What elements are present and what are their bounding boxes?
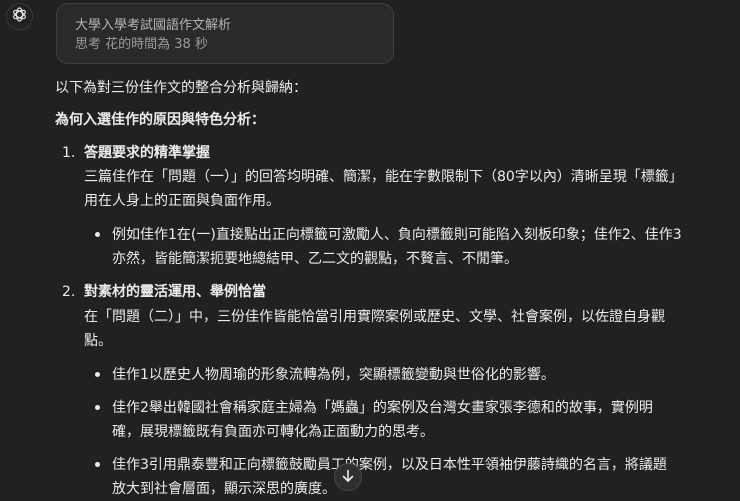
list-number: 1.: [62, 145, 76, 161]
bullet-marker: [95, 232, 100, 237]
thought-summary[interactable]: 大學入學考試國語作文解析 思考 花的時間為 38 秒: [56, 3, 394, 64]
section-heading: 為何入選佳作的原因與特色分析：: [55, 112, 265, 128]
bullet-text: 例如佳作1在(一)直接點出正向標籤可激勵人、負向標籤則可能陷入刻板印象；佳作2、…: [112, 227, 682, 243]
bullet-text: 佳作1以歷史人物周瑜的形象流轉為例，突顯標籤變動與世俗化的影響。: [112, 367, 555, 383]
list-item-desc: 三篇佳作在「問題（一）」的回答均明確、簡潔，能在字數限制下（80字以內）清晰呈現…: [84, 169, 683, 185]
openai-logo-icon: [11, 6, 28, 27]
bullet-text: 確，展現標籤既有負面亦可轉化為正面動力的思考。: [112, 424, 434, 440]
list-number: 2.: [62, 284, 76, 300]
list-item-title: 對素材的靈活運用、舉例恰當: [84, 284, 266, 300]
list-item-title: 答題要求的精準掌握: [84, 145, 210, 161]
bullet-text: 放大到社會層面，顯示深思的廣度。: [112, 481, 336, 497]
bullet-text: 佳作2舉出韓國社會稱家庭主婦為「媽蟲」的案例及台灣女畫家張李德和的故事，實例明: [112, 400, 653, 416]
list-item-desc: 在「問題（二）」中，三份佳作皆能恰當引用實際案例或歷史、文學、社會案例，以佐證自…: [84, 309, 665, 325]
bullet-marker: [95, 405, 100, 410]
bullet-text: 亦然，皆能簡潔扼要地總結甲、乙二文的觀點，不贅言、不閒筆。: [112, 251, 518, 267]
arrow-down-icon: [342, 468, 354, 487]
bullet-marker: [95, 372, 100, 377]
bullet-marker: [95, 462, 100, 467]
assistant-avatar: [6, 3, 33, 30]
list-item-desc: 點。: [84, 333, 112, 349]
bullet-text: 佳作3引用鼎泰豐和正向標籤鼓勵員工的案例，以及日本性平領袖伊藤詩織的名言，將議題: [112, 457, 667, 473]
list-item-desc: 用在人身上的正面與負面作用。: [84, 193, 280, 209]
scroll-to-bottom-button[interactable]: [334, 463, 362, 491]
thought-duration: 思考 花的時間為 38 秒: [75, 37, 208, 52]
thought-title: 大學入學考試國語作文解析: [75, 18, 232, 33]
intro-text: 以下為對三份佳作文的整合分析與歸納：: [55, 80, 307, 96]
